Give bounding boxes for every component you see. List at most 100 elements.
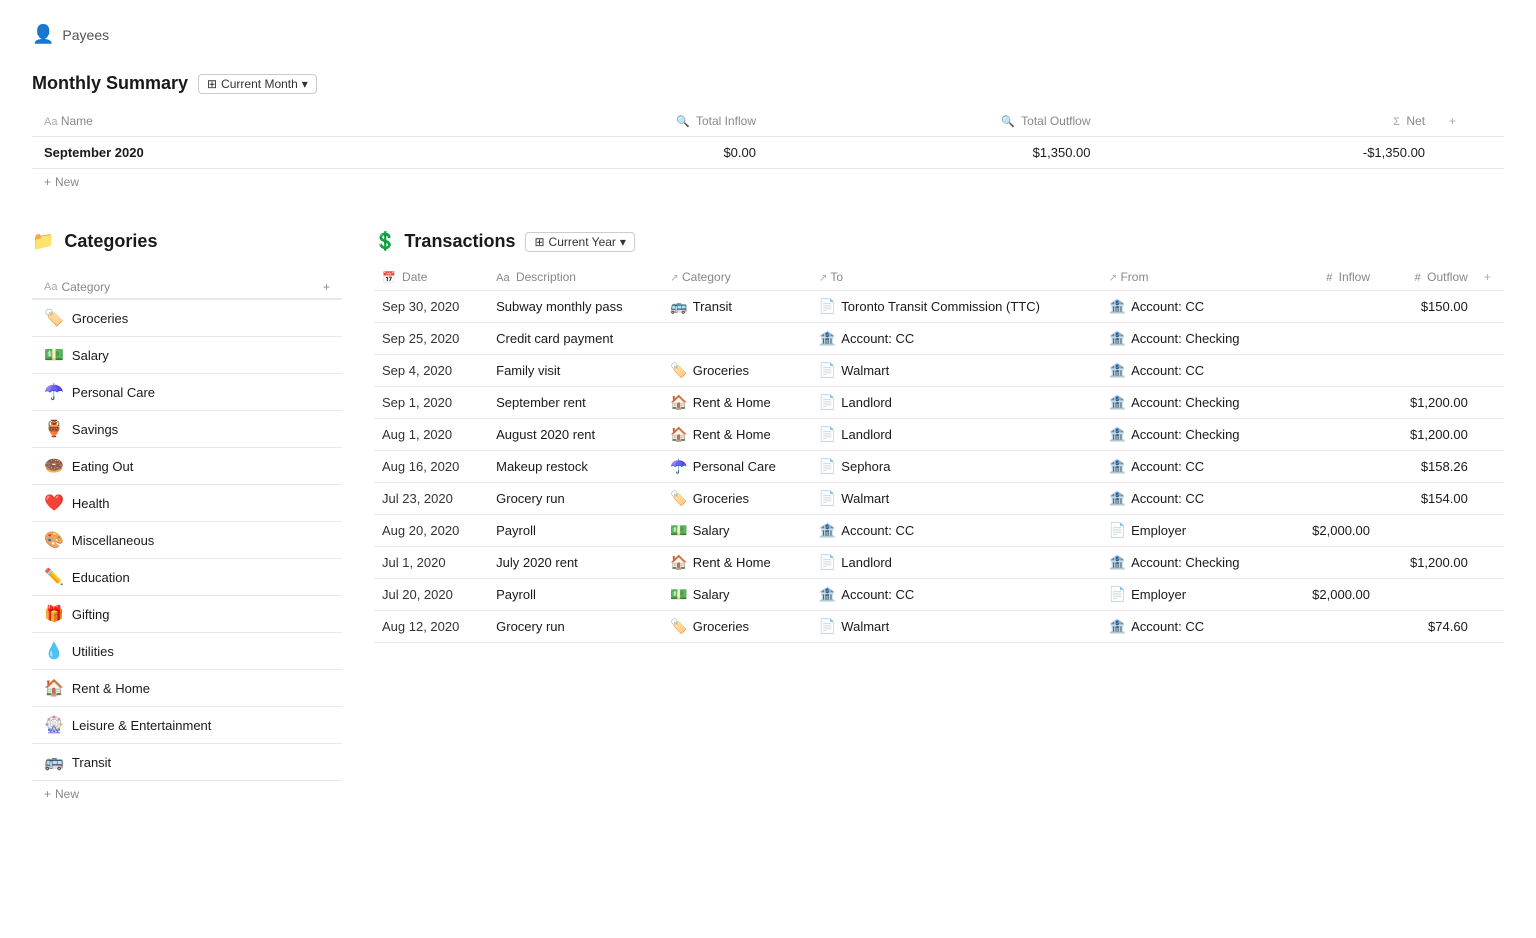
category-list-item[interactable]: 🏠Rent & Home xyxy=(32,670,342,707)
transaction-row[interactable]: Jul 1, 2020 July 2020 rent 🏠 Rent & Home… xyxy=(374,547,1504,579)
category-list-item[interactable]: 💧Utilities xyxy=(32,633,342,670)
trans-row-plus xyxy=(1476,419,1504,451)
trans-date: Jul 1, 2020 xyxy=(374,547,488,579)
th-add-col[interactable]: + xyxy=(1437,106,1504,137)
trans-row-plus xyxy=(1476,355,1504,387)
from-cell-label: Account: Checking xyxy=(1131,331,1239,346)
summary-inflow: $0.00 xyxy=(433,137,768,169)
category-item-label: Utilities xyxy=(72,644,114,659)
from-cell-label: Account: CC xyxy=(1131,363,1204,378)
payees-label: Payees xyxy=(62,27,109,43)
transaction-row[interactable]: Aug 16, 2020 Makeup restock ☂️ Personal … xyxy=(374,451,1504,483)
to-cell-label: Account: CC xyxy=(841,331,914,346)
category-cell-label: Groceries xyxy=(693,619,749,634)
sort-icon-from: ↗ xyxy=(1109,273,1117,284)
trans-from: 🏦 Account: CC xyxy=(1101,483,1281,515)
from-cell-label: Account: CC xyxy=(1131,491,1204,506)
trans-from: 🏦 Account: Checking xyxy=(1101,323,1281,355)
trans-from: 🏦 Account: CC xyxy=(1101,611,1281,643)
to-cell-label: Account: CC xyxy=(841,523,914,538)
trans-to: 🏦 Account: CC xyxy=(811,579,1101,611)
trans-inflow-value xyxy=(1280,547,1378,579)
transactions-filter-btn[interactable]: ⊞ Current Year ▾ xyxy=(525,232,634,252)
th-plus[interactable]: + xyxy=(1476,264,1504,291)
trans-to: 📄 Landlord xyxy=(811,387,1101,419)
transaction-row[interactable]: Sep 30, 2020 Subway monthly pass 🚌 Trans… xyxy=(374,291,1504,323)
trans-from: 🏦 Account: CC xyxy=(1101,451,1281,483)
from-cell-icon: 🏦 xyxy=(1109,394,1126,411)
from-cell-label: Account: CC xyxy=(1131,619,1204,634)
categories-new-row[interactable]: + New xyxy=(32,781,342,807)
trans-row-plus xyxy=(1476,387,1504,419)
category-list-item[interactable]: ☂️Personal Care xyxy=(32,374,342,411)
transaction-row[interactable]: Jul 23, 2020 Grocery run 🏷️ Groceries 📄 … xyxy=(374,483,1504,515)
to-cell-label: Walmart xyxy=(841,619,889,634)
category-cell-label: Salary xyxy=(693,523,730,538)
trans-description: Family visit xyxy=(488,355,662,387)
trans-date: Aug 1, 2020 xyxy=(374,419,488,451)
monthly-summary-section: Monthly Summary ⊞ Current Month ▾ Aa Nam… xyxy=(32,73,1504,195)
transaction-row[interactable]: Jul 20, 2020 Payroll 💵 Salary 🏦 Account:… xyxy=(374,579,1504,611)
to-cell-icon: 📄 xyxy=(819,554,836,571)
category-list-item[interactable]: 🎨Miscellaneous xyxy=(32,522,342,559)
monthly-new-row[interactable]: + New xyxy=(32,169,1504,195)
trans-inflow-value xyxy=(1280,483,1378,515)
cat-th-plus[interactable]: + xyxy=(323,280,330,294)
category-list-item[interactable]: 🏺Savings xyxy=(32,411,342,448)
category-list-item[interactable]: ✏️Education xyxy=(32,559,342,596)
to-cell-icon: 🏦 xyxy=(819,522,836,539)
category-cell-icon: 💵 xyxy=(670,522,687,539)
category-list-item[interactable]: ❤️Health xyxy=(32,485,342,522)
category-list-item[interactable]: 🍩Eating Out xyxy=(32,448,342,485)
trans-date: Jul 23, 2020 xyxy=(374,483,488,515)
search-icon-outflow: 🔍 xyxy=(1001,116,1015,128)
trans-outflow-value xyxy=(1378,323,1476,355)
bottom-section: 📁 Categories Aa Category + 🏷️Groceries💵S… xyxy=(32,231,1504,807)
category-list-item[interactable]: 💵 Salary xyxy=(32,337,342,374)
category-cell-label: Rent & Home xyxy=(693,395,771,410)
monthly-filter-btn[interactable]: ⊞ Current Month ▾ xyxy=(198,74,317,94)
trans-to: 🏦 Account: CC xyxy=(811,323,1101,355)
transaction-row[interactable]: Sep 25, 2020 Credit card payment 🏦 Accou… xyxy=(374,323,1504,355)
to-cell-icon: 📄 xyxy=(819,618,836,635)
trans-from: 🏦 Account: Checking xyxy=(1101,419,1281,451)
transaction-row[interactable]: Sep 4, 2020 Family visit 🏷️ Groceries 📄 … xyxy=(374,355,1504,387)
transaction-row[interactable]: Sep 1, 2020 September rent 🏠 Rent & Home… xyxy=(374,387,1504,419)
category-emoji-icon: 💵 xyxy=(44,345,64,365)
trans-inflow-value xyxy=(1280,355,1378,387)
trans-description: Payroll xyxy=(488,579,662,611)
transactions-title: Transactions xyxy=(404,231,515,252)
to-cell-icon: 📄 xyxy=(819,490,836,507)
to-cell-label: Walmart xyxy=(841,363,889,378)
category-item-label: Miscellaneous xyxy=(72,533,154,548)
category-item-label: Salary xyxy=(72,348,109,363)
category-cell-icon: 💵 xyxy=(670,586,687,603)
category-emoji-icon: 🏠 xyxy=(44,678,64,698)
to-cell-icon: 📄 xyxy=(819,298,836,315)
trans-outflow-value: $1,200.00 xyxy=(1378,547,1476,579)
summary-net: -$1,350.00 xyxy=(1103,137,1438,169)
category-list-item[interactable]: 🏷️Groceries xyxy=(32,300,342,337)
category-list-item[interactable]: 🚌Transit xyxy=(32,744,342,781)
transaction-row[interactable]: Aug 12, 2020 Grocery run 🏷️ Groceries 📄 … xyxy=(374,611,1504,643)
category-list-item[interactable]: 🎡Leisure & Entertainment xyxy=(32,707,342,744)
category-list-item[interactable]: 🎁Gifting xyxy=(32,596,342,633)
trans-to: 📄 Landlord xyxy=(811,419,1101,451)
trans-from: 🏦 Account: CC xyxy=(1101,355,1281,387)
from-cell-icon: 🏦 xyxy=(1109,426,1126,443)
summary-plus xyxy=(1437,137,1504,169)
description-icon: Aa xyxy=(496,272,509,284)
transaction-row[interactable]: Aug 1, 2020 August 2020 rent 🏠 Rent & Ho… xyxy=(374,419,1504,451)
transaction-row[interactable]: Aug 20, 2020 Payroll 💵 Salary 🏦 Account:… xyxy=(374,515,1504,547)
th-name-icon: Aa xyxy=(44,116,57,128)
trans-row-plus xyxy=(1476,515,1504,547)
category-cell-label: Groceries xyxy=(693,491,749,506)
transactions-table: 📅 Date Aa Description ↗ Category ↗ xyxy=(374,264,1504,643)
to-cell-label: Walmart xyxy=(841,491,889,506)
category-emoji-icon: 🍩 xyxy=(44,456,64,476)
monthly-summary-table: Aa Name 🔍 Total Inflow 🔍 Total Outflow Σ… xyxy=(32,106,1504,169)
filter-label: Current Month xyxy=(221,77,298,91)
category-cell-icon: 🏷️ xyxy=(670,362,687,379)
trans-date: Sep 4, 2020 xyxy=(374,355,488,387)
from-cell-icon: 🏦 xyxy=(1109,362,1126,379)
